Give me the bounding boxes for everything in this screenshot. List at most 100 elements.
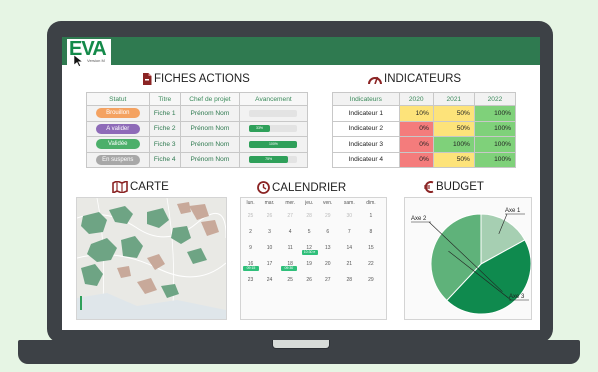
logo-version: Version M	[87, 58, 105, 63]
progress-bar: 100%	[249, 140, 298, 148]
status-badge[interactable]: En suspens	[95, 154, 140, 165]
day-number: 30	[346, 213, 353, 219]
indicateur-value: 100%	[473, 105, 517, 122]
progress-cell: 33%	[238, 120, 309, 137]
budget-pie-chart[interactable]: Axe 1 Axe 2 Axe 3	[405, 198, 531, 319]
calendar-day[interactable]: 14	[338, 240, 361, 256]
calendar-day[interactable]: 29	[361, 272, 381, 288]
status-cell: Brouillon	[86, 105, 150, 122]
calendar-day[interactable]: 19	[301, 256, 318, 272]
pie-label: Axe 3	[509, 294, 525, 300]
status-badge[interactable]: Brouillon	[95, 108, 140, 119]
calendar-day[interactable]: 6	[318, 224, 338, 240]
calendar-day[interactable]: 29	[318, 208, 338, 224]
calendar-day[interactable]: 5	[301, 224, 318, 240]
calendar-day[interactable]: 8	[361, 224, 381, 240]
calendar-day[interactable]: 18 09:30	[280, 256, 301, 272]
fiche-title[interactable]: Fiche 4	[148, 151, 181, 168]
calendar-day[interactable]: 1	[361, 208, 381, 224]
map-panel[interactable]	[76, 197, 227, 320]
calendar-day[interactable]: 9	[242, 240, 259, 256]
calendar-day[interactable]: 15	[361, 240, 381, 256]
calendar-day[interactable]: 28	[301, 208, 318, 224]
indicateur-name: Indicateur 3	[332, 136, 400, 153]
status-badge[interactable]: Validée	[95, 139, 140, 150]
day-number: 20	[324, 261, 331, 267]
calendar-day[interactable]: 3	[259, 224, 280, 240]
day-number: 23	[247, 277, 254, 283]
clock-icon	[257, 181, 270, 194]
calendar-day[interactable]: 25	[242, 208, 259, 224]
fiche-row[interactable]: Validée Fiche 3 Prénom Nom 100%	[86, 136, 309, 153]
day-number: 6	[326, 229, 330, 235]
calendar-day[interactable]: 22	[361, 256, 381, 272]
calendar-day[interactable]: 21	[338, 256, 361, 272]
euro-icon	[424, 181, 434, 193]
mouse-cursor-icon	[74, 55, 84, 67]
calendar-day[interactable]: 30	[338, 208, 361, 224]
budget-title: BUDGET	[436, 181, 484, 193]
fiche-row[interactable]: En suspens Fiche 4 Prénom Nom 75%	[86, 151, 309, 168]
day-number: 4	[288, 229, 292, 235]
weekday-label: mar.	[264, 200, 275, 206]
indicateur-name: Indicateur 4	[332, 151, 400, 168]
status-badge[interactable]: A valider	[95, 123, 140, 134]
progress-cell: 75%	[238, 151, 309, 168]
fiche-row[interactable]: A valider Fiche 2 Prénom Nom 33%	[86, 120, 309, 137]
day-number: 24	[266, 277, 273, 283]
calendar-event[interactable]: 09:30	[280, 266, 297, 271]
col-avancement: Avancement	[238, 92, 309, 106]
indicateur-value: 10%	[398, 105, 434, 122]
pie-label: Axe 1	[505, 208, 521, 214]
calendar-day[interactable]: 12 10:30 e	[301, 240, 318, 256]
document-icon	[143, 73, 152, 85]
calendar-day[interactable]: 11	[280, 240, 301, 256]
calendar-day[interactable]: 13	[318, 240, 338, 256]
calendar-day[interactable]: 25	[280, 272, 301, 288]
calendar-event[interactable]: 09:15	[243, 266, 259, 271]
calendrier-title: CALENDRIER	[272, 181, 347, 194]
fiche-row[interactable]: Brouillon Fiche 1 Prénom Nom	[86, 105, 309, 122]
fiches-section-title: FICHES ACTIONS	[142, 73, 250, 85]
day-number: 8	[369, 229, 373, 235]
calendar-event[interactable]: 10:30 e	[301, 250, 318, 255]
calendar-day[interactable]: 26	[301, 272, 318, 288]
indicateurs-table: Indicateurs 2020 2021 2022 Indicateur 11…	[332, 92, 517, 168]
progress-fill: 100%	[249, 140, 298, 148]
indicateur-value: 0%	[398, 120, 434, 137]
calendar-day[interactable]: 10	[259, 240, 280, 256]
weekday-label: jeu.	[305, 200, 314, 206]
day-number: 10	[266, 245, 273, 251]
fiches-table: Statut Titre Chef de projet Avancement B…	[86, 92, 309, 168]
calendar-grid: lun. mar. mer. jeu. ven. sam. dim. 25 26 27 28 29 3…	[242, 198, 381, 288]
weekday-label: lun.	[246, 200, 255, 206]
indicateur-value: 0%	[398, 136, 434, 153]
calendar-week: 25 26 27 28 29 30 1	[242, 208, 381, 224]
fiche-title[interactable]: Fiche 2	[148, 120, 181, 137]
calendar-day[interactable]: 2	[242, 224, 259, 240]
calendar-widget[interactable]: lun. mar. mer. jeu. ven. sam. dim. 25 26 27 28 29 3…	[242, 198, 381, 316]
calendar-day[interactable]: 27	[280, 208, 301, 224]
calendar-day[interactable]: 24	[259, 272, 280, 288]
calendar-day[interactable]: 20	[318, 256, 338, 272]
calendar-day[interactable]: 4	[280, 224, 301, 240]
day-number: 28	[306, 213, 312, 219]
progress-cell: 100%	[238, 136, 309, 153]
col-2021: 2021	[432, 92, 475, 106]
day-number: 2	[249, 229, 252, 235]
calendar-day[interactable]: 28	[338, 272, 361, 288]
calendar-day[interactable]: 23	[242, 272, 259, 288]
indicateur-name: Indicateur 2	[332, 120, 400, 137]
calendar-day[interactable]: 27	[318, 272, 338, 288]
calendar-day[interactable]: 26	[259, 208, 280, 224]
fiche-title[interactable]: Fiche 1	[148, 105, 181, 122]
day-number: 3	[268, 229, 271, 235]
indicateur-value: 50%	[432, 120, 475, 137]
calendar-day[interactable]: 17	[259, 256, 280, 272]
fiche-title[interactable]: Fiche 3	[148, 136, 181, 153]
day-number: 26	[266, 213, 273, 219]
calendar-day[interactable]: 7	[338, 224, 361, 240]
calendar-day[interactable]: 16 09:15	[242, 256, 259, 272]
weekday-label: dim.	[366, 200, 376, 206]
indicateurs-section-title: INDICATEURS	[368, 73, 461, 85]
